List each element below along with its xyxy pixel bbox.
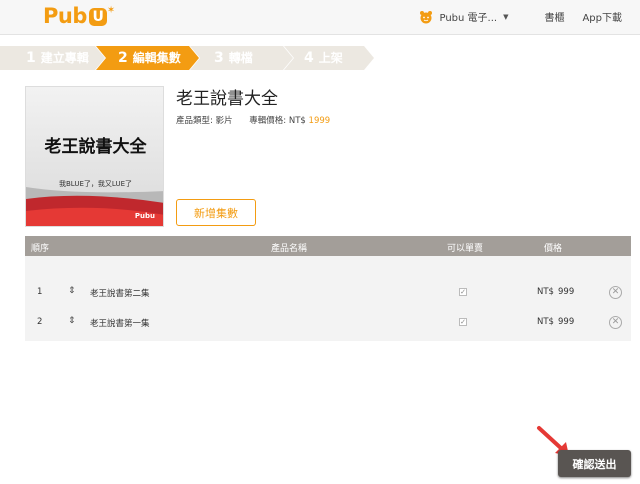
nav-link-bookshelf[interactable]: 書櫃 [544, 9, 564, 24]
step-4-publish[interactable]: 4 上架 [282, 46, 343, 70]
cover-title: 老王說書大全 [44, 137, 147, 157]
table-row[interactable]: 1 ⇕ 老王說書第二集 ✓ NT$ 999 ✕ [25, 278, 631, 308]
delete-row-icon[interactable]: ✕ [609, 286, 622, 299]
user-avatar-icon [420, 10, 433, 23]
pubu-logo[interactable]: Pub U ✶ [43, 4, 115, 28]
add-episode-button[interactable]: 新增集數 [176, 199, 256, 226]
header-single-sale: 可以單賣 [447, 244, 484, 254]
step-2-edit-episodes[interactable]: 2 編輯集數 [96, 46, 181, 70]
price-currency: NT$ [288, 116, 306, 126]
price-label: 專輯價格: [249, 116, 287, 126]
step-1-create-album[interactable]: 1 建立專輯 [4, 46, 89, 70]
logo-spark-icon: ✶ [106, 5, 115, 16]
logo-text: Pub [43, 4, 87, 28]
row-price: 999 [558, 317, 575, 327]
type-value: 影片 [215, 116, 233, 126]
delete-row-icon[interactable]: ✕ [609, 316, 622, 329]
step-3-transcode[interactable]: 3 轉檔 [192, 46, 253, 70]
nav-link-app-download[interactable]: App下載 [582, 9, 622, 24]
album-cover: 老王說書大全 我BLUE了，我又LUE了 Pubu [25, 86, 164, 227]
user-menu[interactable]: Pubu 電子... ▼ [419, 9, 508, 24]
top-header: Pub U ✶ Pubu 電子... ▼ 書櫃 App下載 [0, 0, 640, 35]
row-name: 老王說書第二集 [90, 289, 150, 299]
table-header: 順序 產品名稱 可以單賣 價格 [25, 236, 631, 256]
confirm-submit-button[interactable]: 確認送出 [558, 450, 631, 477]
cover-brand: Pubu [134, 212, 155, 220]
episode-table: 順序 產品名稱 可以單賣 價格 1 ⇕ 老王說書第二集 ✓ NT$ 999 ✕ … [25, 236, 631, 341]
single-sale-checkbox[interactable]: ✓ [459, 318, 467, 326]
single-sale-checkbox[interactable]: ✓ [459, 288, 467, 296]
sort-handle-icon[interactable]: ⇕ [68, 286, 76, 296]
price-value: 1999 [308, 116, 331, 126]
row-currency: NT$ [537, 317, 554, 327]
type-label: 產品類型: [176, 116, 213, 126]
user-name: Pubu 電子... [439, 13, 498, 24]
cover-subtitle: 我BLUE了，我又LUE了 [59, 180, 132, 188]
row-currency: NT$ [537, 287, 554, 297]
logo-u-mark: U [88, 8, 107, 26]
progress-steps: 1 建立專輯 2 編輯集數 3 轉檔 4 上架 [0, 44, 640, 72]
row-price: 999 [558, 287, 575, 297]
header-price: 價格 [544, 244, 563, 254]
sort-handle-icon[interactable]: ⇕ [68, 316, 76, 326]
cover-background [26, 87, 163, 226]
product-title: 老王說書大全 [176, 89, 278, 109]
product-meta: 產品類型: 影片 專輯價格: NT$ 1999 [176, 114, 330, 126]
header-name: 產品名稱 [271, 244, 308, 254]
table-row[interactable]: 2 ⇕ 老王說書第一集 ✓ NT$ 999 ✕ [25, 308, 631, 338]
caret-down-icon: ▼ [503, 12, 509, 21]
header-order: 順序 [31, 244, 50, 254]
row-order: 1 [37, 287, 43, 297]
top-nav: Pubu 電子... ▼ 書櫃 App下載 [419, 9, 622, 24]
row-name: 老王說書第一集 [90, 319, 150, 329]
row-order: 2 [37, 317, 43, 327]
table-body: 1 ⇕ 老王說書第二集 ✓ NT$ 999 ✕ 2 ⇕ 老王說書第一集 ✓ NT… [25, 256, 631, 341]
